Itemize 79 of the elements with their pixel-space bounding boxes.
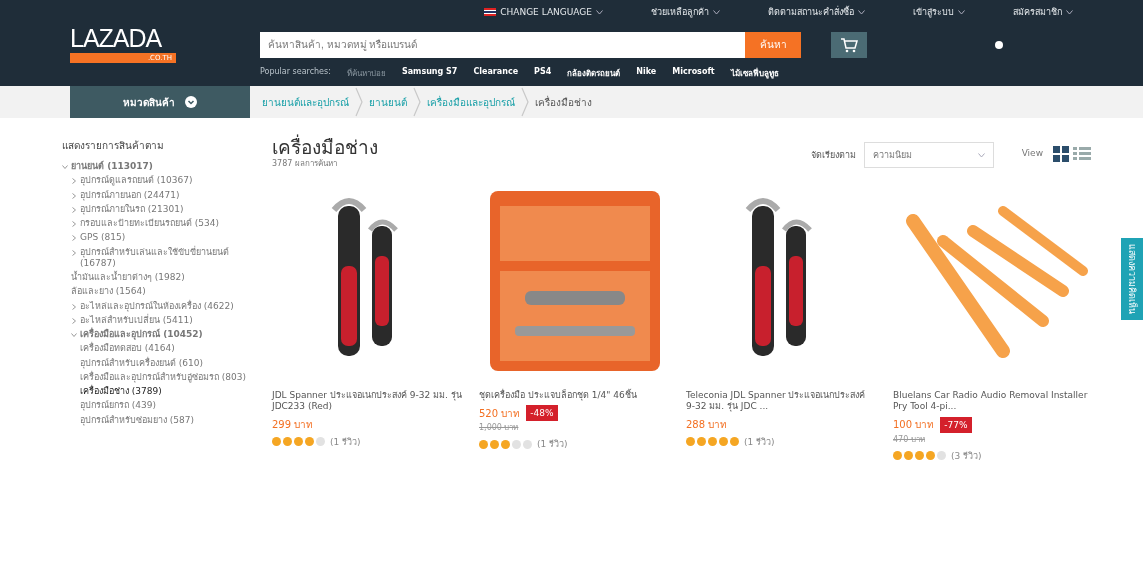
category-link[interactable]: ล้อและยาง (1564) xyxy=(71,286,258,298)
category-link[interactable]: อะไหล่สำหรับเปลี่ยน (5411) xyxy=(71,314,258,326)
popular-search-link[interactable]: Clearance xyxy=(473,67,519,80)
category-link[interactable]: เครื่องมือและอุปกรณ์สำหรับอู่ซ่อมรถ (803) xyxy=(80,371,258,383)
popular-label: Popular searches: xyxy=(260,67,331,78)
product-price: 520 บาท xyxy=(479,406,521,421)
product-name[interactable]: Teleconia JDL Spanner ประแจอเนกประสงค์ 9-32 มม. รุ่น JDC ... xyxy=(686,390,877,413)
top-link[interactable]: สมัครสมาชิก xyxy=(1013,5,1073,19)
view-label: View xyxy=(1021,148,1043,158)
category-link[interactable]: กรอบและป้ายทะเบียนรถยนต์ (534) xyxy=(71,218,258,230)
category-link[interactable]: เครื่องมือช่าง (3789) xyxy=(80,386,258,398)
category-link[interactable]: อะไหล่และอุปกรณ์ในห้องเครื่อง (4622) xyxy=(71,300,258,312)
discount-badge: -48% xyxy=(526,405,558,422)
product-price: 100 บาท xyxy=(893,418,935,432)
down-icon xyxy=(185,96,197,108)
review-count: (1 รีวิว) xyxy=(537,438,568,452)
review-count: (1 รีวิว) xyxy=(330,435,361,449)
caret-icon xyxy=(858,9,865,15)
category-link[interactable]: เครื่องมือและอุปกรณ์ (10452) xyxy=(71,329,258,341)
sort-label: จัดเรียงตาม xyxy=(810,149,856,162)
top-link[interactable]: เข้าสู่ระบบ xyxy=(913,5,965,19)
category-link[interactable]: อุปกรณ์สำหรับเล่นและใช้ขับขี่ยานยนต์ (16787) xyxy=(71,246,258,269)
chevron-icon xyxy=(71,332,77,338)
category-link[interactable]: อุปกรณ์ภายนอก (24471) xyxy=(71,189,258,201)
category-link[interactable]: อุปกรณ์ภายในรถ (21301) xyxy=(71,203,258,215)
top-link[interactable]: ติดตามสถานะคำสั่งซื้อ xyxy=(768,5,865,19)
popular-search-link[interactable]: Microsoft xyxy=(672,67,715,80)
flag-icon xyxy=(484,8,497,16)
popular-search-link[interactable]: PS4 xyxy=(534,67,552,80)
feedback-tab[interactable]: แสดงความคิดเห็น xyxy=(1121,238,1143,320)
review-count: (3 รีวิว) xyxy=(951,449,982,463)
category-link[interactable]: อุปกรณ์ดูแลรถยนต์ (10367) xyxy=(71,175,258,187)
cart-button[interactable] xyxy=(831,31,867,58)
breadcrumb-link[interactable]: ยานยนต์และอุปกรณ์ xyxy=(262,94,349,110)
popular-search-link[interactable]: Nike xyxy=(636,67,657,80)
cart-icon xyxy=(840,36,858,53)
product-name[interactable]: ชุดเครื่องมือ ประแจบล็อกชุด 1/4" 46ชิ้น xyxy=(479,390,670,402)
logo[interactable]: LAZADA xyxy=(70,26,260,51)
category-link[interactable]: อุปกรณ์สำหรับเครื่องยนต์ (610) xyxy=(80,357,258,369)
category-link[interactable]: เครื่องมือทดสอบ (4164) xyxy=(80,343,258,355)
original-price: 470 บาท xyxy=(893,433,926,446)
category-link[interactable]: อุปกรณ์สำหรับซ่อมยาง (587) xyxy=(80,414,258,426)
result-count: 3787 ผลการค้นหา xyxy=(272,158,338,170)
search-button[interactable]: ค้นหา xyxy=(745,31,801,58)
popular-search-link[interactable]: กล้องติดรถยนต์ xyxy=(567,67,621,80)
chevron-icon xyxy=(62,164,68,170)
top-link[interactable]: ช่วยเหลือลูกค้า xyxy=(651,5,720,19)
chevron-icon xyxy=(71,221,77,227)
category-link[interactable]: อุปกรณ์ยกรถ (439) xyxy=(80,400,258,412)
category-link[interactable]: ยานยนต์ (113017) xyxy=(62,161,258,173)
popular-search-link[interactable]: ที่ค้นหาบ่อย xyxy=(346,67,386,80)
breadcrumb-link[interactable]: ยานยนต์ xyxy=(369,94,407,110)
breadcrumb-link[interactable]: เครื่องมือและอุปกรณ์ xyxy=(427,94,515,110)
product-name[interactable]: JDL Spanner ประแจอเนกประสงค์ 9-32 มม. รุ่น JDC233 (Red) xyxy=(272,390,463,413)
caret-icon xyxy=(1066,9,1073,15)
popular-search-link[interactable]: ไม้เซลฟี่บลูทูธ xyxy=(730,67,779,80)
product-price: 288 บาท xyxy=(686,417,728,432)
sort-dropdown[interactable]: ความนิยม xyxy=(863,142,994,168)
discount-badge: -77% xyxy=(940,416,972,433)
category-button[interactable]: หมวดสินค้า xyxy=(70,86,250,118)
caret-icon xyxy=(977,152,985,158)
product-name[interactable]: Bluelans Car Radio Audio Removal Installer Pry Tool 4-pi... xyxy=(893,390,1093,413)
chevron-icon xyxy=(355,87,363,117)
chevron-icon xyxy=(413,87,421,117)
chevron-icon xyxy=(521,87,529,117)
category-link[interactable]: น้ำมันและน้ำยาต่างๆ (1982) xyxy=(71,272,258,284)
language-link[interactable]: CHANGE LANGUAGE xyxy=(484,7,603,17)
search-field[interactable]: ค้นหาสินค้า, หมวดหมู่ หรือแบรนด์ xyxy=(260,31,745,58)
original-price: 1,000 บาท xyxy=(479,422,520,435)
caret-icon xyxy=(958,9,965,15)
category-link[interactable]: GPS (815) xyxy=(71,232,258,244)
caret-icon xyxy=(596,9,603,15)
review-count: (1 รีวิว) xyxy=(744,435,775,449)
caret-icon xyxy=(713,9,720,15)
account-icon[interactable] xyxy=(995,40,1003,49)
popular-search-link[interactable]: Samsung S7 xyxy=(401,67,458,80)
product-price: 299 บาท xyxy=(272,417,314,432)
breadcrumb-link[interactable]: เครื่องมือช่าง xyxy=(535,94,592,110)
sidebar-title: แสดงรายการสินค้าตาม xyxy=(62,139,165,153)
